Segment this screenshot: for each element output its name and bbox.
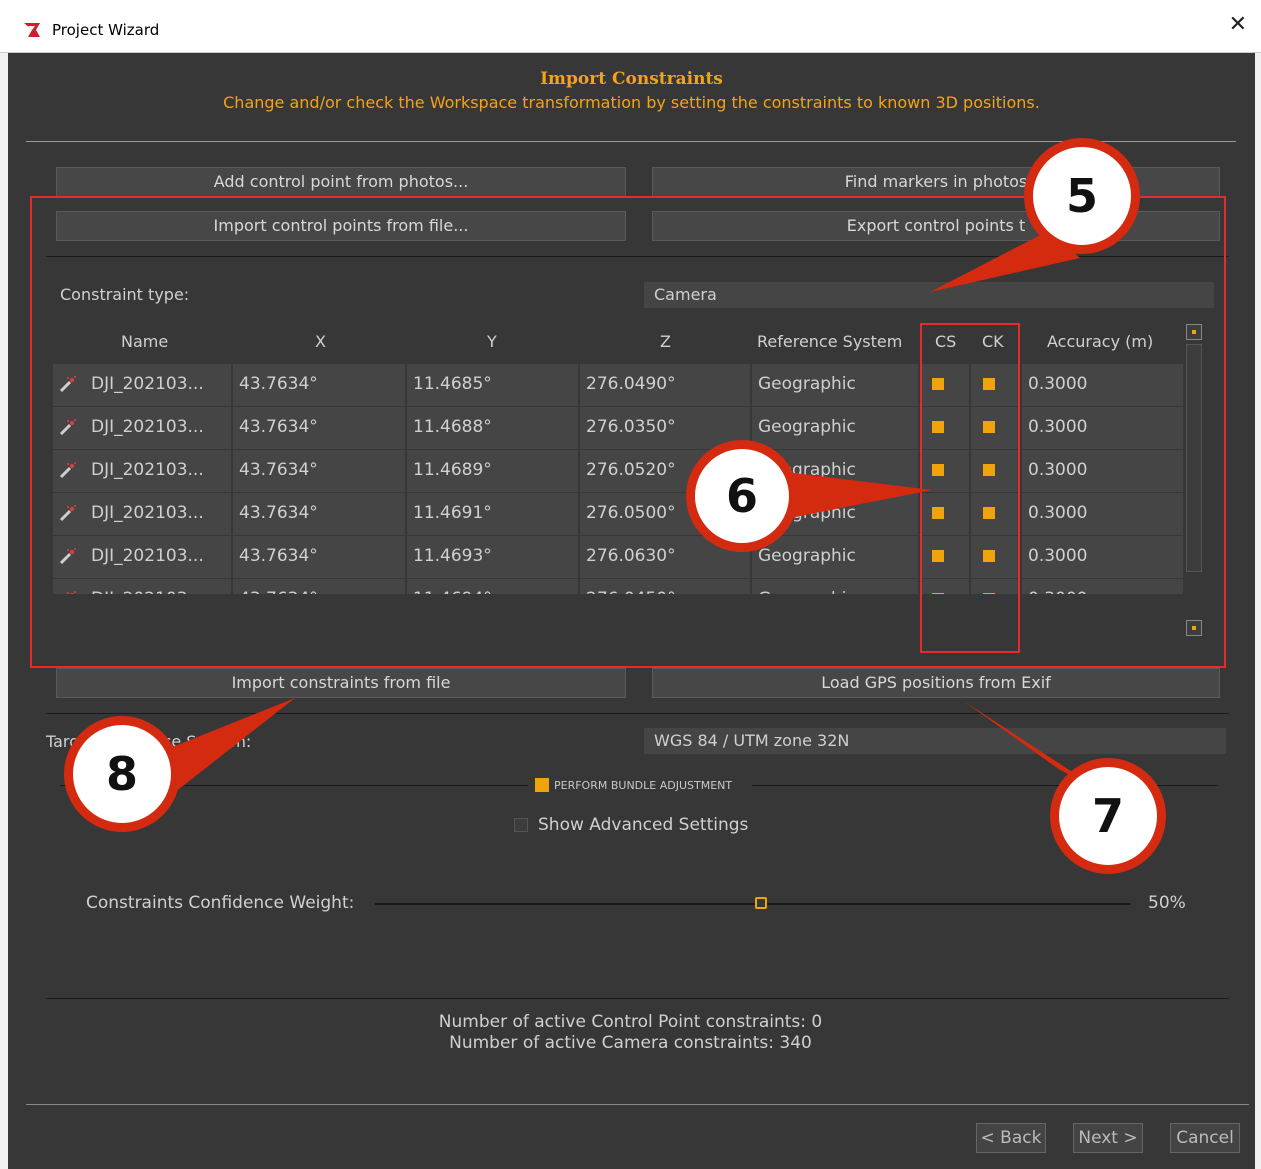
callout-8: 8 — [64, 716, 180, 832]
callout-5: 5 — [1024, 138, 1140, 254]
callout-7: 7 — [1050, 758, 1166, 874]
callout-6: 6 — [686, 440, 798, 552]
